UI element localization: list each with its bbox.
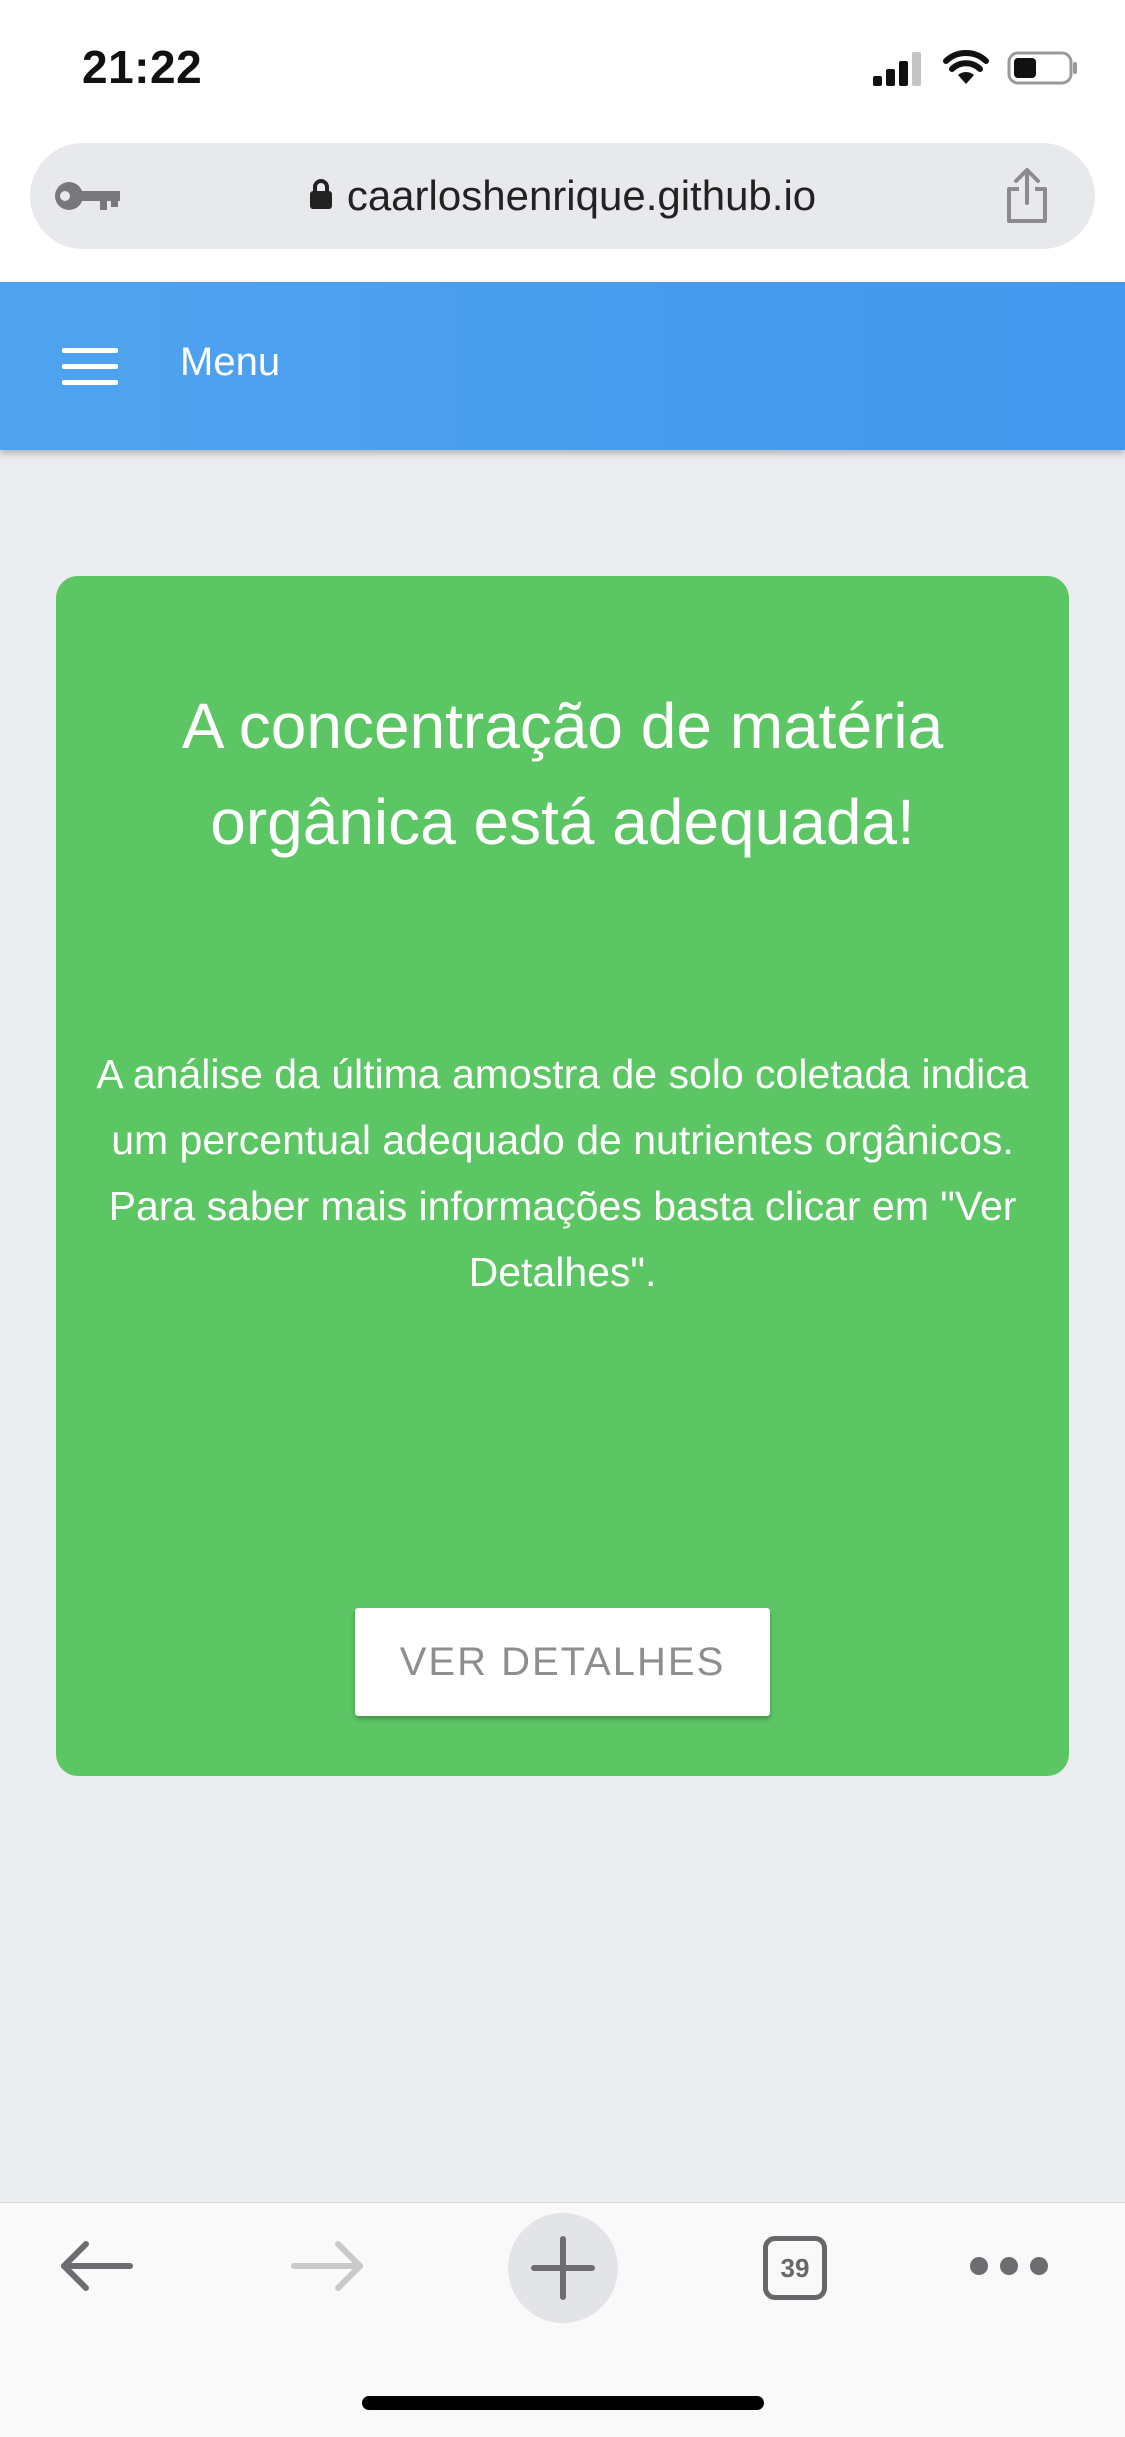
- status-bar: 21:22: [0, 0, 1125, 140]
- new-tab-button[interactable]: [483, 2203, 643, 2333]
- more-button[interactable]: [929, 2203, 1089, 2333]
- app-header: Menu: [0, 282, 1125, 450]
- browser-url-area: caarloshenrique.github.io: [0, 140, 1125, 282]
- share-icon[interactable]: [1003, 167, 1051, 230]
- home-indicator[interactable]: [362, 2396, 764, 2410]
- card-description: A análise da última amostra de solo cole…: [96, 1051, 1029, 1295]
- cellular-signal-icon: [873, 50, 925, 91]
- back-arrow-icon: [58, 2238, 134, 2299]
- url-bar[interactable]: caarloshenrique.github.io: [30, 143, 1095, 249]
- tabs-icon: 39: [763, 2236, 827, 2300]
- battery-icon: [1007, 50, 1079, 91]
- url-text: caarloshenrique.github.io: [346, 172, 817, 219]
- new-tab-plus-icon: [508, 2213, 618, 2323]
- tabs-button[interactable]: 39: [715, 2203, 875, 2333]
- more-dots-icon: [967, 2254, 1051, 2283]
- tab-count: 39: [780, 2252, 810, 2283]
- status-card: A concentração de matéria orgânica está …: [56, 576, 1069, 1776]
- card-title: A concentração de matéria orgânica está …: [181, 690, 944, 858]
- forward-arrow-icon: [290, 2238, 366, 2299]
- forward-button[interactable]: [248, 2203, 408, 2333]
- menu-label[interactable]: Menu: [180, 340, 280, 385]
- lock-icon: [309, 178, 333, 215]
- url-display[interactable]: caarloshenrique.github.io: [30, 143, 1095, 249]
- back-button[interactable]: [16, 2203, 176, 2333]
- details-button[interactable]: VER DETALHES: [355, 1608, 770, 1716]
- status-icons: [873, 48, 1079, 92]
- status-time: 21:22: [82, 41, 203, 93]
- hamburger-menu-icon[interactable]: [62, 346, 118, 391]
- wifi-icon: [943, 49, 989, 91]
